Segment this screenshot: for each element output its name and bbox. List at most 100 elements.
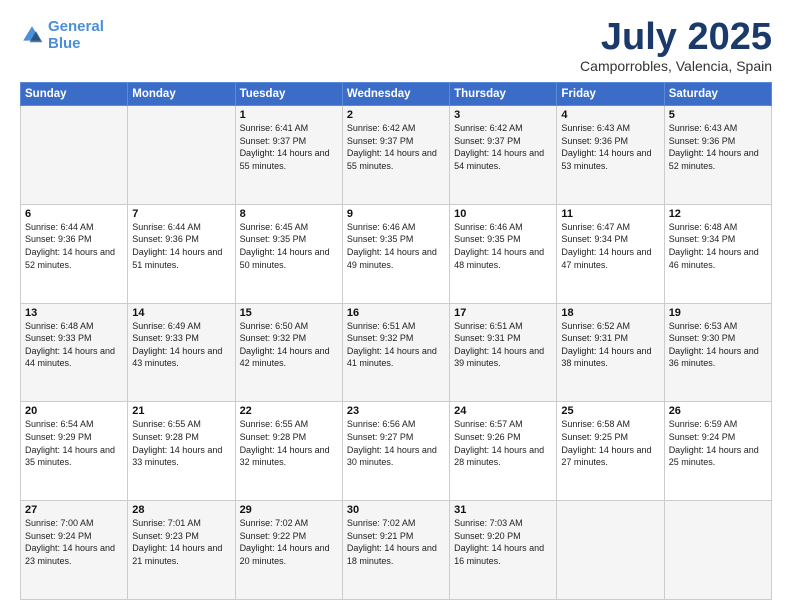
day-number: 7 bbox=[132, 208, 230, 220]
day-info: Sunrise: 6:53 AMSunset: 9:30 PMDaylight:… bbox=[669, 320, 767, 370]
title-block: July 2025 Camporrobles, Valencia, Spain bbox=[580, 18, 772, 74]
day-number: 13 bbox=[25, 307, 123, 319]
day-info: Sunrise: 6:46 AMSunset: 9:35 PMDaylight:… bbox=[454, 221, 552, 271]
day-info: Sunrise: 6:55 AMSunset: 9:28 PMDaylight:… bbox=[132, 418, 230, 468]
day-info: Sunrise: 6:44 AMSunset: 9:36 PMDaylight:… bbox=[25, 221, 123, 271]
day-info: Sunrise: 6:50 AMSunset: 9:32 PMDaylight:… bbox=[240, 320, 338, 370]
day-info: Sunrise: 6:43 AMSunset: 9:36 PMDaylight:… bbox=[669, 122, 767, 172]
day-info: Sunrise: 6:43 AMSunset: 9:36 PMDaylight:… bbox=[561, 122, 659, 172]
logo: General Blue bbox=[20, 18, 104, 53]
calendar-day-cell: 14 Sunrise: 6:49 AMSunset: 9:33 PMDaylig… bbox=[128, 303, 235, 402]
day-info: Sunrise: 6:44 AMSunset: 9:36 PMDaylight:… bbox=[132, 221, 230, 271]
day-number: 2 bbox=[347, 109, 445, 121]
day-number: 27 bbox=[25, 504, 123, 516]
calendar-day-cell: 4 Sunrise: 6:43 AMSunset: 9:36 PMDayligh… bbox=[557, 106, 664, 205]
calendar-day-cell: 24 Sunrise: 6:57 AMSunset: 9:26 PMDaylig… bbox=[450, 402, 557, 501]
calendar-week-row: 6 Sunrise: 6:44 AMSunset: 9:36 PMDayligh… bbox=[21, 204, 772, 303]
weekday-header: Sunday bbox=[21, 83, 128, 106]
day-number: 5 bbox=[669, 109, 767, 121]
subtitle: Camporrobles, Valencia, Spain bbox=[580, 58, 772, 74]
calendar-day-cell: 7 Sunrise: 6:44 AMSunset: 9:36 PMDayligh… bbox=[128, 204, 235, 303]
day-number: 3 bbox=[454, 109, 552, 121]
logo-text: General Blue bbox=[48, 18, 104, 53]
weekday-header: Wednesday bbox=[342, 83, 449, 106]
calendar-day-cell: 11 Sunrise: 6:47 AMSunset: 9:34 PMDaylig… bbox=[557, 204, 664, 303]
calendar-day-cell: 28 Sunrise: 7:01 AMSunset: 9:23 PMDaylig… bbox=[128, 501, 235, 600]
calendar: SundayMondayTuesdayWednesdayThursdayFrid… bbox=[20, 82, 772, 600]
weekday-header-row: SundayMondayTuesdayWednesdayThursdayFrid… bbox=[21, 83, 772, 106]
calendar-day-cell: 23 Sunrise: 6:56 AMSunset: 9:27 PMDaylig… bbox=[342, 402, 449, 501]
calendar-day-cell: 15 Sunrise: 6:50 AMSunset: 9:32 PMDaylig… bbox=[235, 303, 342, 402]
day-number: 10 bbox=[454, 208, 552, 220]
calendar-day-cell: 8 Sunrise: 6:45 AMSunset: 9:35 PMDayligh… bbox=[235, 204, 342, 303]
day-info: Sunrise: 6:48 AMSunset: 9:33 PMDaylight:… bbox=[25, 320, 123, 370]
day-info: Sunrise: 6:57 AMSunset: 9:26 PMDaylight:… bbox=[454, 418, 552, 468]
day-info: Sunrise: 6:42 AMSunset: 9:37 PMDaylight:… bbox=[454, 122, 552, 172]
day-number: 28 bbox=[132, 504, 230, 516]
day-info: Sunrise: 6:48 AMSunset: 9:34 PMDaylight:… bbox=[669, 221, 767, 271]
weekday-header: Friday bbox=[557, 83, 664, 106]
day-info: Sunrise: 6:51 AMSunset: 9:31 PMDaylight:… bbox=[454, 320, 552, 370]
day-info: Sunrise: 7:02 AMSunset: 9:21 PMDaylight:… bbox=[347, 517, 445, 567]
day-number: 9 bbox=[347, 208, 445, 220]
calendar-day-cell bbox=[128, 106, 235, 205]
day-number: 16 bbox=[347, 307, 445, 319]
calendar-week-row: 20 Sunrise: 6:54 AMSunset: 9:29 PMDaylig… bbox=[21, 402, 772, 501]
day-number: 30 bbox=[347, 504, 445, 516]
day-info: Sunrise: 6:58 AMSunset: 9:25 PMDaylight:… bbox=[561, 418, 659, 468]
day-number: 25 bbox=[561, 405, 659, 417]
weekday-header: Monday bbox=[128, 83, 235, 106]
calendar-day-cell bbox=[21, 106, 128, 205]
calendar-day-cell: 3 Sunrise: 6:42 AMSunset: 9:37 PMDayligh… bbox=[450, 106, 557, 205]
day-info: Sunrise: 6:54 AMSunset: 9:29 PMDaylight:… bbox=[25, 418, 123, 468]
day-info: Sunrise: 6:51 AMSunset: 9:32 PMDaylight:… bbox=[347, 320, 445, 370]
calendar-day-cell: 30 Sunrise: 7:02 AMSunset: 9:21 PMDaylig… bbox=[342, 501, 449, 600]
calendar-day-cell: 13 Sunrise: 6:48 AMSunset: 9:33 PMDaylig… bbox=[21, 303, 128, 402]
day-number: 1 bbox=[240, 109, 338, 121]
day-info: Sunrise: 7:00 AMSunset: 9:24 PMDaylight:… bbox=[25, 517, 123, 567]
calendar-day-cell: 31 Sunrise: 7:03 AMSunset: 9:20 PMDaylig… bbox=[450, 501, 557, 600]
calendar-day-cell: 19 Sunrise: 6:53 AMSunset: 9:30 PMDaylig… bbox=[664, 303, 771, 402]
calendar-week-row: 27 Sunrise: 7:00 AMSunset: 9:24 PMDaylig… bbox=[21, 501, 772, 600]
day-number: 8 bbox=[240, 208, 338, 220]
logo-icon bbox=[20, 23, 44, 47]
calendar-day-cell: 27 Sunrise: 7:00 AMSunset: 9:24 PMDaylig… bbox=[21, 501, 128, 600]
day-number: 26 bbox=[669, 405, 767, 417]
calendar-day-cell: 22 Sunrise: 6:55 AMSunset: 9:28 PMDaylig… bbox=[235, 402, 342, 501]
header: General Blue July 2025 Camporrobles, Val… bbox=[20, 18, 772, 74]
day-number: 12 bbox=[669, 208, 767, 220]
weekday-header: Thursday bbox=[450, 83, 557, 106]
calendar-day-cell bbox=[557, 501, 664, 600]
calendar-day-cell: 29 Sunrise: 7:02 AMSunset: 9:22 PMDaylig… bbox=[235, 501, 342, 600]
calendar-day-cell: 6 Sunrise: 6:44 AMSunset: 9:36 PMDayligh… bbox=[21, 204, 128, 303]
day-info: Sunrise: 6:55 AMSunset: 9:28 PMDaylight:… bbox=[240, 418, 338, 468]
calendar-day-cell: 17 Sunrise: 6:51 AMSunset: 9:31 PMDaylig… bbox=[450, 303, 557, 402]
day-info: Sunrise: 6:42 AMSunset: 9:37 PMDaylight:… bbox=[347, 122, 445, 172]
day-info: Sunrise: 6:59 AMSunset: 9:24 PMDaylight:… bbox=[669, 418, 767, 468]
calendar-day-cell: 18 Sunrise: 6:52 AMSunset: 9:31 PMDaylig… bbox=[557, 303, 664, 402]
day-info: Sunrise: 7:01 AMSunset: 9:23 PMDaylight:… bbox=[132, 517, 230, 567]
day-info: Sunrise: 6:52 AMSunset: 9:31 PMDaylight:… bbox=[561, 320, 659, 370]
calendar-day-cell: 20 Sunrise: 6:54 AMSunset: 9:29 PMDaylig… bbox=[21, 402, 128, 501]
day-number: 24 bbox=[454, 405, 552, 417]
month-title: July 2025 bbox=[580, 18, 772, 56]
day-number: 19 bbox=[669, 307, 767, 319]
weekday-header: Tuesday bbox=[235, 83, 342, 106]
day-number: 23 bbox=[347, 405, 445, 417]
day-number: 14 bbox=[132, 307, 230, 319]
day-info: Sunrise: 7:02 AMSunset: 9:22 PMDaylight:… bbox=[240, 517, 338, 567]
calendar-day-cell bbox=[664, 501, 771, 600]
day-info: Sunrise: 6:56 AMSunset: 9:27 PMDaylight:… bbox=[347, 418, 445, 468]
day-number: 21 bbox=[132, 405, 230, 417]
day-info: Sunrise: 6:45 AMSunset: 9:35 PMDaylight:… bbox=[240, 221, 338, 271]
calendar-day-cell: 10 Sunrise: 6:46 AMSunset: 9:35 PMDaylig… bbox=[450, 204, 557, 303]
day-number: 31 bbox=[454, 504, 552, 516]
weekday-header: Saturday bbox=[664, 83, 771, 106]
calendar-day-cell: 21 Sunrise: 6:55 AMSunset: 9:28 PMDaylig… bbox=[128, 402, 235, 501]
day-info: Sunrise: 6:41 AMSunset: 9:37 PMDaylight:… bbox=[240, 122, 338, 172]
day-info: Sunrise: 6:49 AMSunset: 9:33 PMDaylight:… bbox=[132, 320, 230, 370]
day-number: 17 bbox=[454, 307, 552, 319]
day-info: Sunrise: 6:47 AMSunset: 9:34 PMDaylight:… bbox=[561, 221, 659, 271]
day-info: Sunrise: 7:03 AMSunset: 9:20 PMDaylight:… bbox=[454, 517, 552, 567]
day-number: 20 bbox=[25, 405, 123, 417]
